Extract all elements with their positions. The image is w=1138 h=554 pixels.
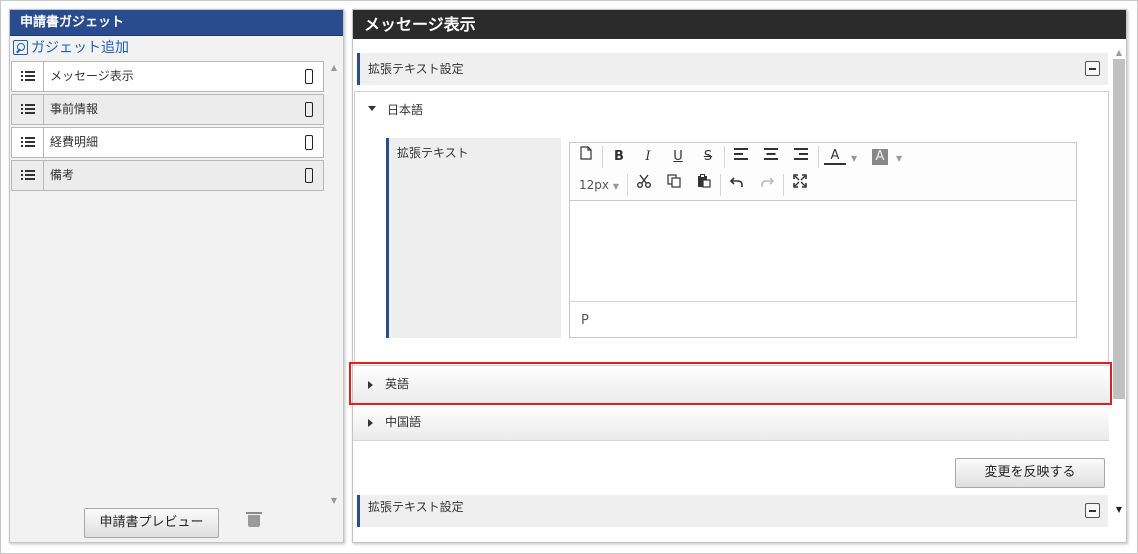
collapsed-arrow-icon (368, 419, 373, 427)
gadget-item-label: 事前情報 (50, 102, 99, 116)
gadget-item[interactable]: 経費明細 (11, 127, 324, 158)
align-right-icon[interactable] (790, 146, 812, 168)
apply-changes-button[interactable]: 変更を反映する (955, 458, 1105, 488)
list-icon (20, 137, 35, 148)
drag-handle[interactable] (12, 161, 44, 190)
collapse-icon[interactable] (1085, 503, 1100, 518)
gadget-item[interactable]: 事前情報 (11, 94, 324, 125)
text-color-dropdown-icon[interactable]: ▼ (851, 154, 857, 163)
italic-icon[interactable]: I (637, 146, 659, 168)
extended-text-section-header[interactable]: 拡張テキスト設定 (357, 53, 1108, 85)
smartphone-icon[interactable] (305, 135, 313, 150)
fullscreen-icon[interactable] (789, 174, 811, 196)
align-left-icon[interactable] (730, 146, 752, 168)
paste-icon[interactable] (693, 174, 715, 196)
highlight-annotation-english (349, 362, 1112, 405)
language-chinese-header[interactable]: 中国語 (353, 403, 1109, 441)
gadget-panel-title: 申請書ガジェット (10, 10, 343, 36)
gadget-panel: 申請書ガジェット ガジェット追加 メッセージ表示 事前情報 経費明細 備考 ▲ … (9, 9, 344, 543)
editor-toolbar: B I U S A ▼ A ▼ 12px ▼ (570, 143, 1076, 201)
add-gadget-label: ガジェット追加 (31, 40, 129, 56)
section-title: 拡張テキスト設定 (368, 62, 464, 76)
strikethrough-icon[interactable]: S (697, 146, 719, 168)
settings-panel: メッセージ表示 拡張テキスト設定 日本語 拡張テキスト B I U S A ▼ … (352, 9, 1127, 543)
scrollbar-thumb[interactable] (1113, 59, 1125, 399)
cut-icon[interactable] (633, 174, 655, 196)
align-center-icon[interactable] (760, 146, 782, 168)
underline-icon[interactable]: U (667, 146, 689, 168)
form-preview-button[interactable]: 申請書プレビュー (84, 508, 219, 538)
list-icon (20, 71, 35, 82)
language-japanese-header[interactable]: 日本語 (355, 92, 1110, 126)
rich-text-editor: B I U S A ▼ A ▼ 12px ▼ P (569, 142, 1077, 338)
list-icon (20, 170, 35, 181)
settings-panel-title: メッセージ表示 (353, 10, 1126, 39)
editor-content-area[interactable] (570, 200, 1076, 302)
gadget-item-label: 備考 (50, 168, 75, 182)
language-label: 日本語 (387, 103, 424, 117)
scroll-up-icon[interactable]: ▲ (326, 63, 342, 72)
bold-icon[interactable]: B (608, 146, 630, 168)
language-label: 中国語 (385, 415, 422, 429)
smartphone-icon[interactable] (305, 102, 313, 117)
gadget-item-label: 経費明細 (50, 135, 99, 149)
gadget-item-label: メッセージ表示 (50, 69, 134, 83)
new-document-icon[interactable] (575, 146, 597, 168)
scroll-up-icon[interactable]: ▲ (1113, 48, 1125, 57)
next-section-header[interactable]: 拡張テキスト設定 (357, 495, 1108, 527)
add-gadget-link[interactable]: ガジェット追加 (13, 38, 129, 56)
collapse-icon[interactable] (1085, 61, 1100, 76)
redo-icon (756, 174, 778, 196)
copy-icon[interactable] (663, 174, 685, 196)
field-label: 拡張テキスト (397, 146, 469, 160)
gadget-item[interactable]: 備考 (11, 160, 324, 191)
section-title: 拡張テキスト設定 (368, 500, 464, 514)
gadget-list-scrollbar[interactable]: ▲ ▼ (326, 61, 342, 507)
text-color-icon[interactable]: A (824, 146, 846, 165)
undo-icon[interactable] (726, 174, 748, 196)
font-size-select[interactable]: 12px ▼ (579, 178, 619, 192)
extended-text-label-cell: 拡張テキスト (386, 138, 561, 338)
drag-handle[interactable] (12, 95, 44, 124)
drag-handle[interactable] (12, 128, 44, 157)
background-color-icon[interactable]: A (872, 149, 888, 165)
gadget-item[interactable]: メッセージ表示 (11, 61, 324, 92)
list-icon (20, 104, 35, 115)
expanded-arrow-icon (368, 106, 376, 111)
drag-handle[interactable] (12, 62, 44, 91)
smartphone-icon[interactable] (305, 69, 313, 84)
settings-scrollbar[interactable]: ▲ ▼ (1110, 46, 1126, 516)
editor-element-path: P (581, 313, 589, 328)
trash-icon[interactable] (246, 511, 262, 527)
search-gadget-icon (13, 39, 28, 55)
background-color-dropdown-icon[interactable]: ▼ (896, 154, 902, 163)
scroll-down-icon[interactable]: ▼ (1113, 505, 1125, 514)
gadget-list: メッセージ表示 事前情報 経費明細 備考 (11, 61, 324, 193)
scroll-down-icon[interactable]: ▼ (326, 496, 342, 505)
smartphone-icon[interactable] (305, 168, 313, 183)
